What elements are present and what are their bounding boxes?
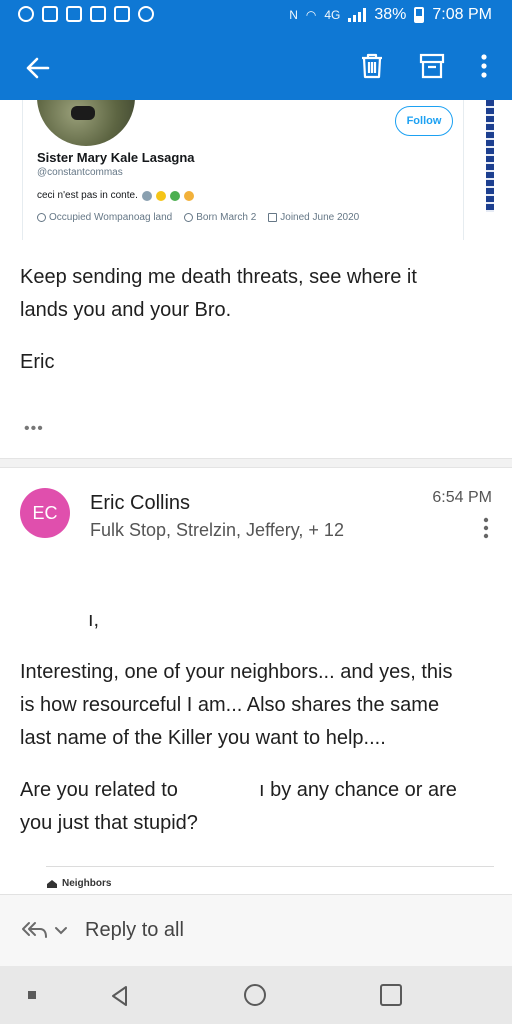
back-arrow-icon[interactable] <box>18 48 58 88</box>
app-header: N ◠ 4G 38% 7:08 PM <box>0 0 512 100</box>
follow-button: Follow <box>395 106 453 136</box>
embedded-tweet-screenshot: Follow Sister Mary Kale Lasagna @constan… <box>22 100 464 240</box>
profile-bio: ceci n'est pas in conte. <box>37 190 194 201</box>
image-edge-strip <box>486 100 494 212</box>
browser-icon <box>138 6 154 22</box>
home-icon <box>47 879 57 888</box>
message1-signature: Eric <box>20 351 55 373</box>
birthday-meta: Born March 2 <box>184 212 256 223</box>
archive-icon[interactable] <box>416 50 448 82</box>
message-time: 6:54 PM <box>432 489 492 506</box>
message2-para2-line2: you just that stupid? <box>20 812 198 834</box>
trash-icon[interactable] <box>356 50 388 82</box>
nav-home-icon[interactable] <box>244 984 266 1006</box>
status-bar: N ◠ 4G 38% 7:08 PM <box>0 0 512 32</box>
joined-text: Joined June 2020 <box>280 212 360 223</box>
alien-emoji-icon <box>141 190 152 201</box>
battery-icon <box>414 7 425 23</box>
app-icon <box>66 6 82 22</box>
born-text: Born March 2 <box>196 212 257 223</box>
profile-name: Sister Mary Kale Lasagna <box>37 150 195 165</box>
facebook-icon <box>18 6 34 22</box>
snake-emoji-icon <box>169 190 180 201</box>
quoted-divider <box>46 866 494 867</box>
message2-para2-line1a: Are you related to <box>20 779 178 801</box>
more-vertical-icon[interactable] <box>472 50 496 82</box>
nav-recents-icon[interactable] <box>380 984 402 1006</box>
reply-bar[interactable]: Reply to all <box>0 894 512 966</box>
message2-para1-line2: is how resourceful I am... Also shares t… <box>20 694 440 716</box>
message1-body-line2: lands you and your Bro. <box>20 299 232 321</box>
quoted-header: Neighbors <box>46 878 111 889</box>
location-icon <box>37 213 46 222</box>
status-right: N ◠ 4G 38% 7:08 PM <box>289 6 492 24</box>
message2-greeting: ı, <box>88 609 100 631</box>
nav-menu-icon[interactable] <box>28 991 36 999</box>
chevron-down-icon[interactable] <box>54 923 68 937</box>
wifi-icon: ◠ <box>305 8 317 22</box>
face-emoji-icon <box>183 190 194 201</box>
recipients[interactable]: Fulk Stop, Strelzin, Jeffery, + 12 <box>90 520 344 541</box>
toolbar <box>0 38 512 94</box>
message1-body-line1: Keep sending me death threats, see where… <box>20 266 417 288</box>
location-meta: Occupied Wompanoag land <box>37 212 172 223</box>
reply-all-button[interactable]: Reply to all <box>85 919 184 942</box>
notification-icons <box>18 6 154 22</box>
news-icon <box>42 6 58 22</box>
quoted-title: Neighbors <box>62 878 112 889</box>
battery-percent: 38% <box>374 6 407 23</box>
lock-icon <box>114 6 130 22</box>
balloon-icon <box>184 213 194 222</box>
message2-para1-line3: last name of the Killer you want to help… <box>20 727 386 749</box>
image-icon <box>90 6 106 22</box>
sun-emoji-icon <box>155 190 166 201</box>
signal-icon <box>348 8 367 22</box>
clock: 7:08 PM <box>432 6 492 23</box>
profile-photo <box>37 100 135 146</box>
reply-all-icon[interactable] <box>20 919 48 941</box>
joined-meta: Joined June 2020 <box>268 212 359 223</box>
location-text: Occupied Wompanoag land <box>49 212 173 223</box>
nav-back-icon[interactable] <box>108 984 132 1008</box>
sender-name[interactable]: Eric Collins <box>90 492 190 515</box>
message-more-icon[interactable] <box>480 516 492 540</box>
network-type: 4G <box>324 8 341 22</box>
nfc-icon: N <box>289 8 298 22</box>
profile-meta: Occupied Wompanoag land Born March 2 Joi… <box>37 212 359 223</box>
avatar[interactable]: EC <box>20 488 70 538</box>
system-nav-bar <box>0 966 512 1024</box>
show-quoted-text-button[interactable]: ••• <box>24 420 44 438</box>
bio-text: ceci n'est pas in conte. <box>37 190 138 201</box>
message2-para2-line1b: ı by any chance or are <box>259 779 457 801</box>
calendar-icon <box>268 213 278 222</box>
message-divider <box>0 458 512 468</box>
profile-handle: @constantcommas <box>37 167 123 178</box>
message2-para1-line1: Interesting, one of your neighbors... an… <box>20 661 453 683</box>
